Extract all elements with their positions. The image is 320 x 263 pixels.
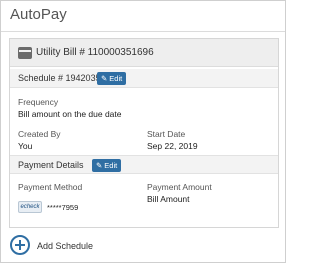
schedule-label: Schedule # 19420354	[18, 73, 106, 83]
created-by-label: Created By	[18, 129, 61, 139]
edit-payment-button[interactable]: ✎ Edit	[92, 159, 122, 172]
frequency-value: Bill amount on the due date	[18, 109, 122, 119]
start-date-label: Start Date	[147, 129, 186, 139]
payment-details-label: Payment Details	[18, 160, 84, 170]
bill-header: Utility Bill # 110000351696	[10, 39, 278, 67]
edit-schedule-label: Edit	[109, 74, 123, 83]
echeck-logo: echeck	[18, 201, 42, 213]
start-date-value: Sep 22, 2019	[147, 141, 198, 151]
add-schedule-label: Add Schedule	[37, 241, 94, 251]
frequency-label: Frequency	[18, 97, 59, 107]
edit-payment-label: Edit	[104, 161, 118, 170]
autopay-panel: AutoPay Utility Bill # 110000351696 Sche…	[0, 0, 286, 263]
payment-details-row: Payment Details ✎ Edit	[10, 155, 278, 174]
plus-circle-icon	[10, 235, 30, 255]
payment-method-label: Payment Method	[18, 182, 83, 192]
pencil-icon: ✎	[96, 161, 103, 170]
created-by-value: You	[18, 141, 33, 151]
autopay-card: Utility Bill # 110000351696 Schedule # 1…	[9, 38, 279, 228]
payment-amount-label: Payment Amount	[147, 182, 212, 192]
edit-schedule-button[interactable]: ✎ Edit	[97, 72, 127, 85]
payment-method-value: *****7959	[47, 203, 79, 212]
panel-header: AutoPay	[1, 1, 285, 32]
schedule-row: Schedule # 19420354 ✎ Edit	[10, 69, 278, 88]
bill-icon	[18, 47, 32, 59]
payment-amount-value: Bill Amount	[147, 194, 190, 204]
page-title: AutoPay	[10, 6, 67, 23]
bill-title: Utility Bill # 110000351696	[36, 47, 154, 58]
pencil-icon: ✎	[101, 74, 108, 83]
add-schedule-button[interactable]: Add Schedule	[10, 235, 130, 257]
